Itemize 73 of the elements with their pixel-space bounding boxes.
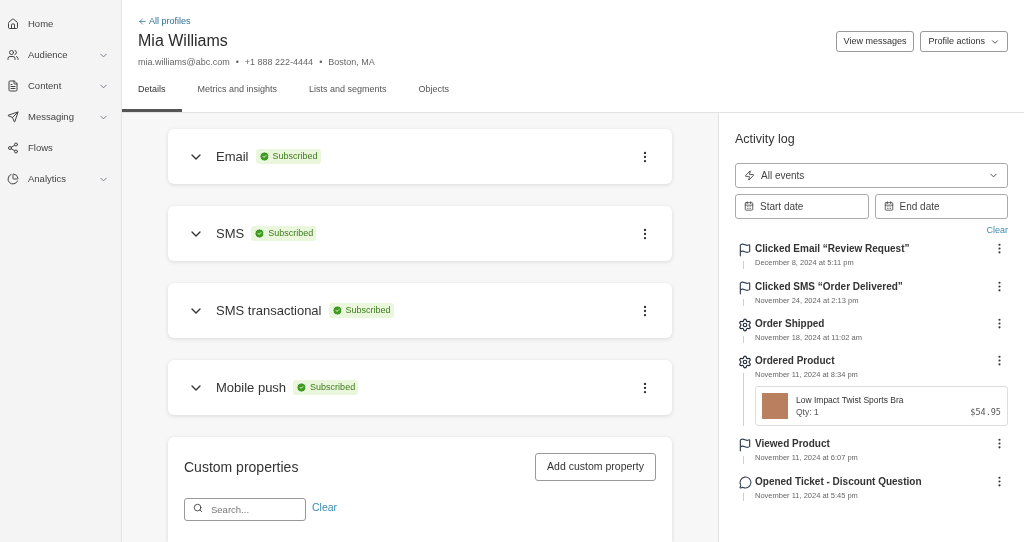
nav-item[interactable]: Content (0, 76, 121, 96)
flag-icon (738, 438, 752, 453)
separator-dot: • (235, 56, 239, 69)
search-icon (193, 502, 203, 513)
nodes-icon (7, 142, 19, 154)
nav-item[interactable]: Flows (0, 138, 121, 158)
clear-link[interactable]: Clear (986, 223, 1008, 238)
photo-placeholder (762, 393, 788, 420)
lightning-icon (744, 169, 755, 181)
phone-text: +1 888 222-4444 (244, 56, 314, 69)
add-custom-property-button[interactable]: Add custom property (535, 453, 656, 481)
calendar-icon (883, 201, 894, 212)
status-badge: Subscribed (255, 148, 321, 165)
nav-label: Content (28, 78, 63, 93)
end-date-field[interactable]: End date (874, 193, 1008, 219)
event-title: Viewed Product (755, 437, 831, 452)
event-title: Clicked SMS “Order Delivered” (755, 279, 904, 294)
check-icon (254, 228, 266, 239)
nav-label: Audience (28, 47, 69, 62)
clear-link[interactable]: Clear (312, 499, 338, 516)
separator-dot: • (319, 56, 323, 69)
gear-icon (738, 355, 752, 369)
check-icon (331, 305, 343, 316)
people-icon (7, 49, 19, 61)
event-filter-dropdown[interactable]: All events (735, 162, 1008, 188)
nav-label: Messaging (28, 109, 75, 124)
home-icon (7, 18, 19, 30)
channel-name: Email (216, 147, 249, 166)
pie-chart-icon (7, 173, 19, 185)
search-field[interactable]: Search... (184, 498, 306, 521)
view-messages-button[interactable]: View messages (835, 31, 915, 52)
nav-item[interactable]: Messaging (0, 107, 121, 127)
chat-icon (738, 475, 752, 489)
product-name: Low Impact Twist Sports Bra (796, 393, 905, 407)
gear-icon (738, 317, 752, 332)
profile-actions-button[interactable]: Profile actions (920, 31, 1008, 52)
channel-name: SMS (216, 224, 245, 243)
nav-label: Analytics (28, 171, 67, 186)
event-title: Ordered Product (755, 354, 836, 368)
status-badge: Subscribed (293, 379, 359, 396)
profile-name: Mia Williams (138, 31, 229, 51)
product-quantity: Qty: 1 (796, 406, 820, 419)
nav-label: Home (28, 16, 55, 31)
email-text: mia.williams@abc.com (138, 56, 230, 69)
tab[interactable]: Details (122, 80, 182, 112)
document-icon (7, 80, 19, 92)
check-icon (258, 151, 270, 162)
channel-name: Mobile push (216, 378, 287, 397)
nav-item[interactable]: Home (0, 14, 121, 34)
event-title: Order Shipped (755, 316, 826, 331)
section-title: Custom properties (184, 457, 300, 477)
tab[interactable]: Metrics and insights (181, 80, 294, 112)
nav-label: Flows (28, 140, 54, 155)
tab[interactable]: Objects (402, 80, 466, 112)
back-arrow-icon (138, 17, 147, 26)
start-date-field[interactable]: Start date (735, 193, 869, 219)
check-icon (296, 382, 308, 393)
nav-item[interactable]: Audience (0, 45, 121, 65)
tab[interactable]: Lists and segments (293, 80, 403, 112)
flag-icon (738, 243, 752, 258)
channel-name: SMS transactional (216, 301, 322, 320)
product-price: $54.95 (970, 406, 1001, 419)
status-badge: Subscribed (251, 225, 317, 242)
back-link[interactable]: All profiles (138, 15, 836, 28)
nav-item[interactable]: Analytics (0, 169, 121, 189)
event-title: Clicked Email “Review Request” (755, 242, 911, 257)
send-icon (7, 111, 19, 123)
panel-title: Activity log (735, 131, 796, 148)
calendar-icon (744, 201, 754, 212)
flag-icon (738, 280, 752, 295)
event-title: Opened Ticket - Discount Question (755, 474, 923, 489)
status-badge: Subscribed (328, 302, 394, 319)
location-text: Boston, MA (328, 56, 375, 69)
